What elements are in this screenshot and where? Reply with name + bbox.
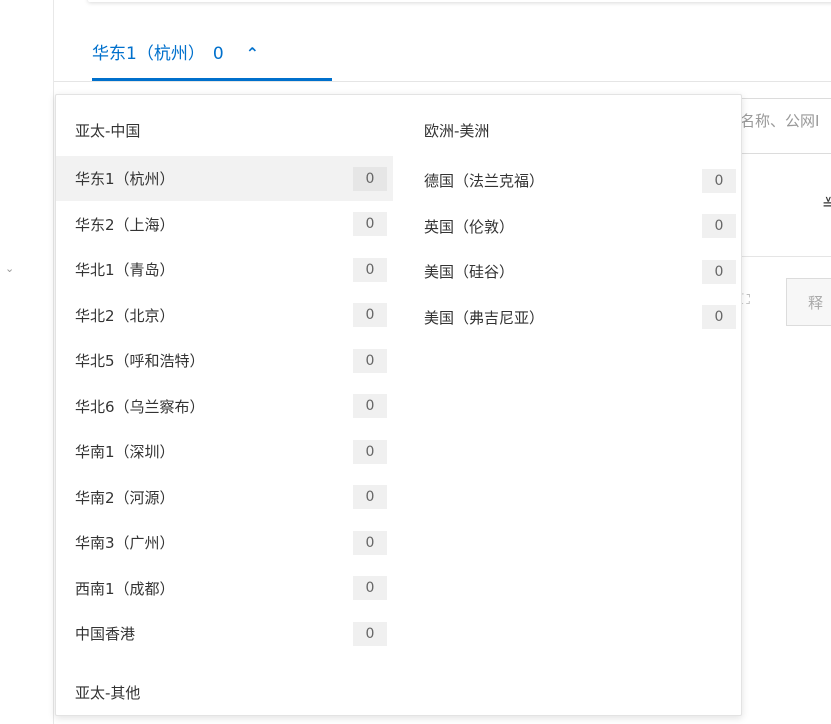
region-instance-count-badge: 0	[702, 259, 736, 284]
region-instance-count-badge: 0	[353, 530, 387, 555]
region-option-label: 中国香港	[75, 625, 136, 643]
region-instance-count-badge: 0	[353, 439, 387, 464]
region-option[interactable]: 中国香港 0	[56, 611, 393, 656]
region-instance-count-badge: 0	[353, 303, 387, 327]
region-tab-label: 华东1（杭州）	[92, 44, 205, 64]
region-instance-count-badge: 0	[353, 348, 387, 373]
region-option[interactable]: 华东2（上海） 0	[56, 202, 393, 247]
group-title-europe-america: 欧洲-美洲	[424, 122, 490, 140]
region-instance-count-badge: 0	[353, 212, 387, 236]
region-tab-count: 0	[212, 44, 224, 64]
region-option-label: 华南2（河源）	[75, 488, 175, 507]
region-option-label: 华东1（杭州）	[75, 170, 175, 188]
group-title-asia-china: 亚太-中国	[75, 122, 141, 140]
region-option[interactable]: 华东1（杭州） 0	[56, 156, 393, 201]
tab-divider	[54, 81, 831, 82]
left-rail: ⌄	[0, 0, 54, 724]
region-instance-count-badge: 0	[353, 576, 387, 600]
region-option-label: 华南3（广州）	[75, 534, 175, 552]
region-option[interactable]: 西南1（成都） 0	[56, 566, 393, 611]
group-title-asia-other: 亚太-其他	[75, 684, 141, 702]
region-option-label: 华东2（上海）	[75, 215, 175, 234]
region-instance-count-badge: 0	[702, 168, 736, 193]
column-header-fragment: ≚	[822, 195, 831, 213]
region-option[interactable]: 华南2（河源） 0	[56, 475, 393, 520]
region-option[interactable]: 华北5（呼和浩特） 0	[56, 338, 393, 383]
region-option[interactable]: 德国（法兰克福） 0	[404, 158, 741, 203]
region-instance-count-badge: 0	[353, 257, 387, 282]
chevron-down-icon[interactable]: ⌄	[5, 262, 14, 275]
region-instance-count-badge: 0	[702, 305, 736, 329]
region-instance-count-badge: 0	[353, 166, 387, 191]
region-selector-tab[interactable]: 华东1（杭州） 0 ⌃	[92, 40, 332, 82]
region-option-label: 美国（弗吉尼亚）	[424, 308, 545, 327]
region-option[interactable]: 华北6（乌兰察布） 0	[56, 384, 393, 429]
region-option-label: 西南1（成都）	[75, 579, 175, 598]
region-instance-count-badge: 0	[353, 394, 387, 418]
region-option-label: 美国（硅谷）	[424, 263, 515, 281]
region-option-label: 华北5（呼和浩特）	[75, 352, 205, 370]
region-option-label: 华北6（乌兰察布）	[75, 397, 205, 416]
region-option-label: 英国（伦敦）	[424, 217, 515, 236]
region-option[interactable]: 美国（弗吉尼亚） 0	[404, 295, 741, 340]
region-option-label: 华南1（深圳）	[75, 443, 175, 461]
region-option-label: 华北1（青岛）	[75, 261, 175, 279]
search-placeholder: 名称、公网I	[740, 112, 820, 130]
region-option[interactable]: 华北2（北京） 0	[56, 293, 393, 338]
release-button-label: 释	[808, 294, 824, 312]
chevron-up-icon[interactable]: ⌃	[246, 40, 259, 68]
region-option[interactable]: 美国（硅谷） 0	[404, 249, 741, 294]
region-option[interactable]: 华南1（深圳） 0	[56, 429, 393, 474]
region-instance-count-badge: 0	[702, 214, 736, 238]
top-card	[88, 0, 831, 2]
region-instance-count-badge: 0	[353, 621, 387, 646]
region-option[interactable]: 华北1（青岛） 0	[56, 247, 393, 292]
region-instance-count-badge: 0	[353, 485, 387, 509]
region-option-label: 华北2（北京）	[75, 306, 175, 325]
region-option[interactable]: 华南3（广州） 0	[56, 520, 393, 565]
row-divider	[742, 256, 831, 257]
region-option-label: 德国（法兰克福）	[424, 172, 545, 190]
region-option[interactable]: 英国（伦敦） 0	[404, 204, 741, 249]
region-dropdown-panel: 亚太-中国 欧洲-美洲 华东1（杭州） 0 华东2（上海） 0 华北1（青岛） 0 华北2（…	[55, 94, 742, 716]
